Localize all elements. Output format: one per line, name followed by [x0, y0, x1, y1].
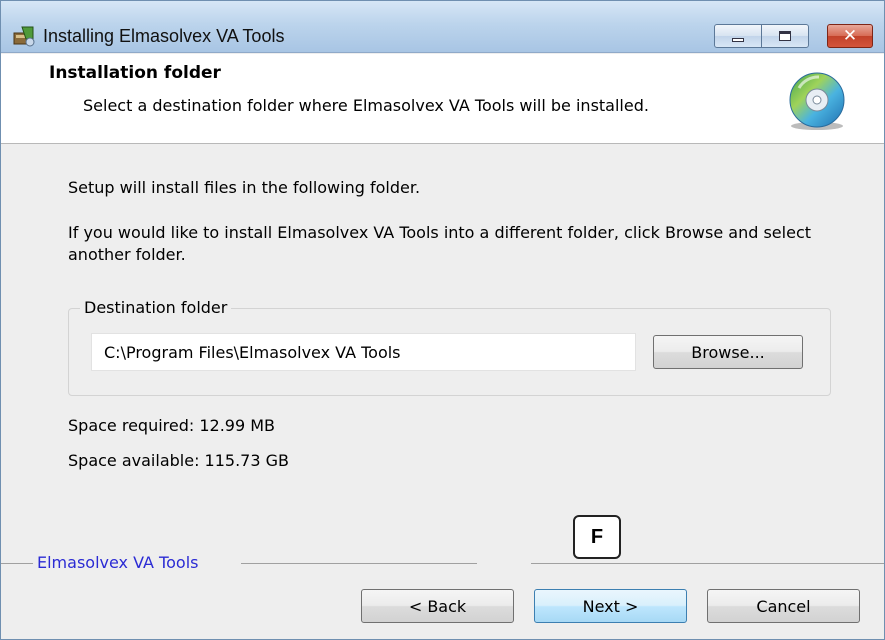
next-button[interactable]: Next >: [534, 589, 687, 623]
page-header: Installation folder Select a destination…: [1, 54, 884, 144]
destination-folder-group: Destination folder Browse...: [68, 298, 831, 396]
maximize-icon: [779, 31, 791, 41]
space-available-text: Space available: 115.73 GB: [68, 451, 289, 470]
space-required-text: Space required: 12.99 MB: [68, 416, 276, 435]
maximize-button[interactable]: [761, 24, 809, 48]
browse-button[interactable]: Browse...: [653, 335, 803, 369]
destination-path-input[interactable]: [91, 333, 636, 371]
cd-icon: [789, 72, 845, 130]
title-bar[interactable]: Installing Elmasolvex VA Tools ✕: [1, 1, 884, 53]
installer-app-icon: [13, 26, 35, 47]
install-instructions-text: If you would like to install Elmasolvex …: [68, 223, 812, 264]
minimize-icon: [732, 38, 744, 42]
install-info-text: Setup will install files in the followin…: [68, 178, 421, 197]
cancel-button[interactable]: Cancel: [707, 589, 860, 623]
installer-window: Installing Elmasolvex VA Tools ✕ Install…: [0, 0, 885, 640]
footer-divider-left: [1, 563, 33, 564]
destination-folder-label: Destination folder: [80, 298, 232, 317]
page-title: Installation folder: [49, 63, 221, 83]
hint-marker: F: [573, 515, 621, 559]
window-title: Installing Elmasolvex VA Tools: [43, 26, 285, 46]
back-button[interactable]: < Back: [361, 589, 514, 623]
footer-divider-right: [531, 563, 884, 564]
page-subtitle: Select a destination folder where Elmaso…: [83, 96, 649, 115]
footer-divider-middle: [241, 563, 477, 564]
minimize-button[interactable]: [714, 24, 762, 48]
brand-label: Elmasolvex VA Tools: [37, 553, 199, 572]
close-icon: ✕: [842, 25, 858, 46]
close-button[interactable]: ✕: [827, 24, 873, 48]
